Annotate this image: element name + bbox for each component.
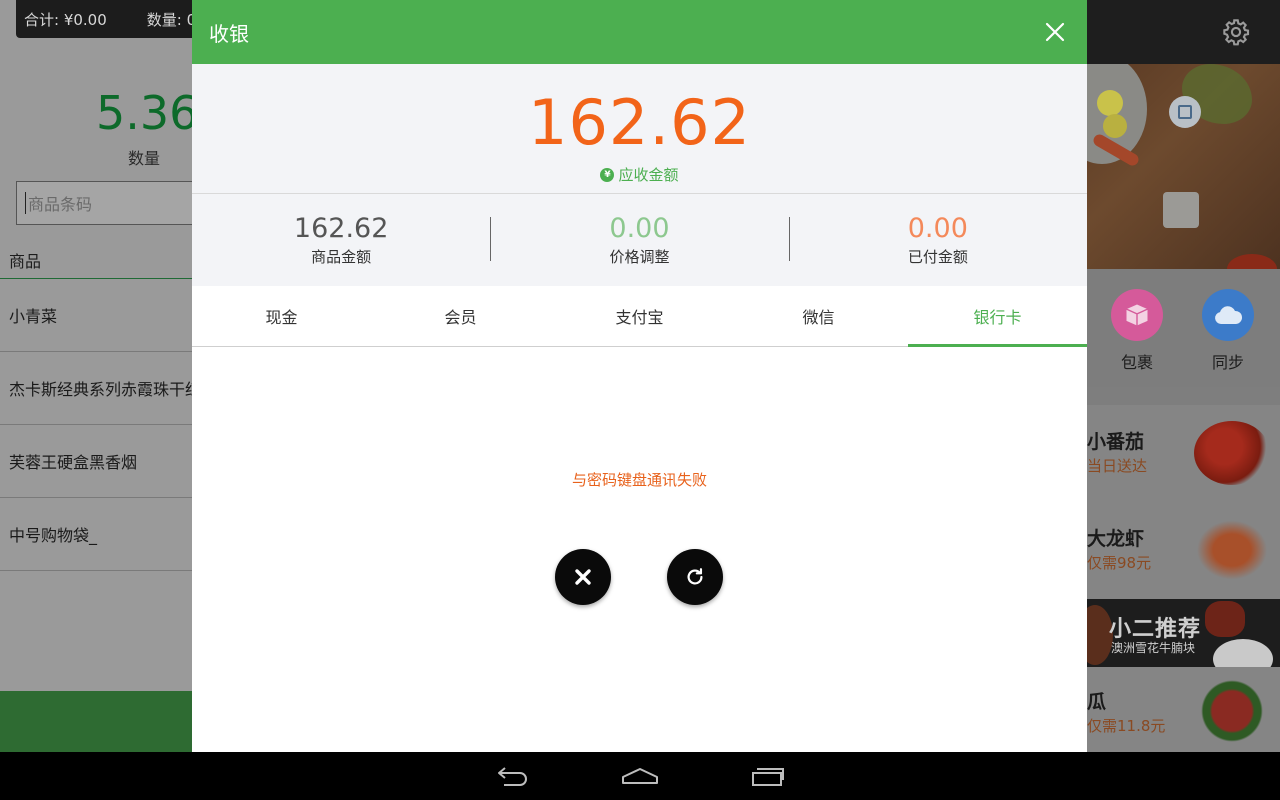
close-button[interactable] xyxy=(1039,16,1071,48)
product-list-header: 商品 xyxy=(0,242,192,279)
promo-sub: 当日送达 xyxy=(1087,457,1148,475)
list-item[interactable]: 中号购物袋_ xyxy=(0,498,192,571)
promo-card-beef[interactable]: 小二推荐 澳洲雪花牛腩块 xyxy=(1087,599,1280,667)
image-icon xyxy=(1169,96,1201,128)
checkout-dialog: 收银 162.62 ¥ 应收金额 162.62 商品金额 0.00 价格调整 0… xyxy=(192,0,1087,752)
tab-bank-card[interactable]: 银行卡 xyxy=(908,286,1087,347)
promo-card-tomato[interactable]: 小番茄 当日送达 xyxy=(1087,405,1280,502)
cloud-icon xyxy=(1202,289,1254,341)
amount-due-value: 162.62 xyxy=(528,86,751,159)
barcode-placeholder: 商品条码 xyxy=(28,195,93,214)
beef-image xyxy=(1205,601,1245,637)
cancel-button[interactable] xyxy=(555,549,611,605)
retry-button[interactable] xyxy=(667,549,723,605)
yen-icon: ¥ xyxy=(600,167,615,182)
cart-summary-bar: 合计: ¥0.00 数量: 0 xyxy=(16,0,216,38)
gear-icon[interactable] xyxy=(1222,18,1250,46)
dialog-header: 收银 xyxy=(192,0,1087,64)
sync-button[interactable]: 同步 xyxy=(1196,289,1260,373)
promo-card-melon[interactable]: 瓜 仅需11.8元 xyxy=(1087,667,1280,752)
plate-image xyxy=(1213,639,1273,667)
banner-lemon xyxy=(1103,114,1127,138)
list-item[interactable]: 杰卡斯经典系列赤霞珠干红 xyxy=(0,352,192,425)
text-caret xyxy=(25,192,26,214)
stat-label: 价格调整 xyxy=(609,248,670,266)
error-message: 与密码键盘通讯失败 xyxy=(571,471,707,489)
payment-method-tabs: 现金 会员 支付宝 微信 银行卡 xyxy=(192,286,1087,347)
bank-card-panel: 与密码键盘通讯失败 xyxy=(192,347,1087,752)
top-bar xyxy=(1087,0,1280,64)
close-icon xyxy=(575,569,591,585)
stat-value: 162.62 xyxy=(293,213,389,244)
barcode-input[interactable]: 商品条码 xyxy=(16,181,196,225)
tomato-image xyxy=(1194,421,1270,485)
tab-wechat[interactable]: 微信 xyxy=(729,286,908,346)
recents-icon xyxy=(752,768,784,786)
banner-salt-dish xyxy=(1163,192,1199,228)
promo-name: 小番茄 xyxy=(1087,431,1145,453)
tab-cash[interactable]: 现金 xyxy=(192,286,371,346)
sync-label: 同步 xyxy=(1211,353,1244,372)
home-button[interactable] xyxy=(620,762,660,790)
recents-button[interactable] xyxy=(748,762,788,790)
refresh-icon xyxy=(687,568,703,585)
amount-breakdown: 162.62 商品金额 0.00 价格调整 0.00 已付金额 xyxy=(192,194,1087,286)
left-panel: 合计: ¥0.00 数量: 0 5.36 数量 商品条码 商品 小青菜 杰卡斯经… xyxy=(0,0,216,752)
checkout-button[interactable] xyxy=(0,691,192,752)
stat-label: 已付金额 xyxy=(907,248,968,266)
stat-label: 商品金额 xyxy=(311,248,372,266)
cart-count: 数量: 0 xyxy=(146,10,197,29)
amount-due-caption: ¥ 应收金额 xyxy=(192,164,1087,185)
promo-sub: 仅需11.8元 xyxy=(1087,717,1166,735)
stat-value: 0.00 xyxy=(609,213,670,244)
close-icon xyxy=(1045,22,1065,42)
package-button[interactable]: 包裹 xyxy=(1105,289,1169,373)
package-icon xyxy=(1111,289,1163,341)
promo-card-lobster[interactable]: 大龙虾 仅需98元 xyxy=(1087,502,1280,599)
list-item[interactable]: 小青菜 xyxy=(0,279,192,352)
quantity-label: 数量 xyxy=(128,149,161,168)
stat-goods-amount: 162.62 商品金额 xyxy=(192,213,490,267)
promo-banner[interactable] xyxy=(1087,64,1280,269)
promo-name: 大龙虾 xyxy=(1087,528,1145,550)
quantity-value: 5.36 xyxy=(96,86,199,140)
stat-value: 0.00 xyxy=(907,213,968,244)
promo-name: 瓜 xyxy=(1087,691,1107,713)
tab-member[interactable]: 会员 xyxy=(371,286,550,346)
amount-due-section: 162.62 ¥ 应收金额 xyxy=(192,64,1087,194)
watermelon-image xyxy=(1194,679,1270,743)
tab-alipay[interactable]: 支付宝 xyxy=(550,286,729,346)
package-label: 包裹 xyxy=(1120,353,1153,372)
right-panel: 包裹 同步 小番茄 当日送达 大龙虾 仅需98元 小二推荐 澳洲雪花牛腩块 瓜 … xyxy=(1087,0,1280,752)
lobster-image xyxy=(1194,518,1270,582)
list-item[interactable]: 芙蓉王硬盒黑香烟 xyxy=(0,425,192,498)
cart-total: 合计: ¥0.00 xyxy=(24,10,107,29)
stat-paid-amount: 0.00 已付金额 xyxy=(788,213,1087,267)
home-icon xyxy=(622,768,658,784)
system-navigation-bar xyxy=(0,752,1280,800)
dialog-title: 收银 xyxy=(209,21,249,46)
back-button[interactable] xyxy=(492,762,532,790)
banner-tomato xyxy=(1227,254,1277,269)
banner-lemon xyxy=(1097,90,1123,116)
stat-price-adjustment[interactable]: 0.00 价格调整 xyxy=(490,213,788,267)
quick-actions: 包裹 同步 xyxy=(1087,269,1280,387)
back-icon xyxy=(498,767,527,786)
amount-due-label: 应收金额 xyxy=(618,166,679,184)
promo-dark-sub: 澳洲雪花牛腩块 xyxy=(1111,641,1196,655)
promo-sub: 仅需98元 xyxy=(1087,554,1152,572)
